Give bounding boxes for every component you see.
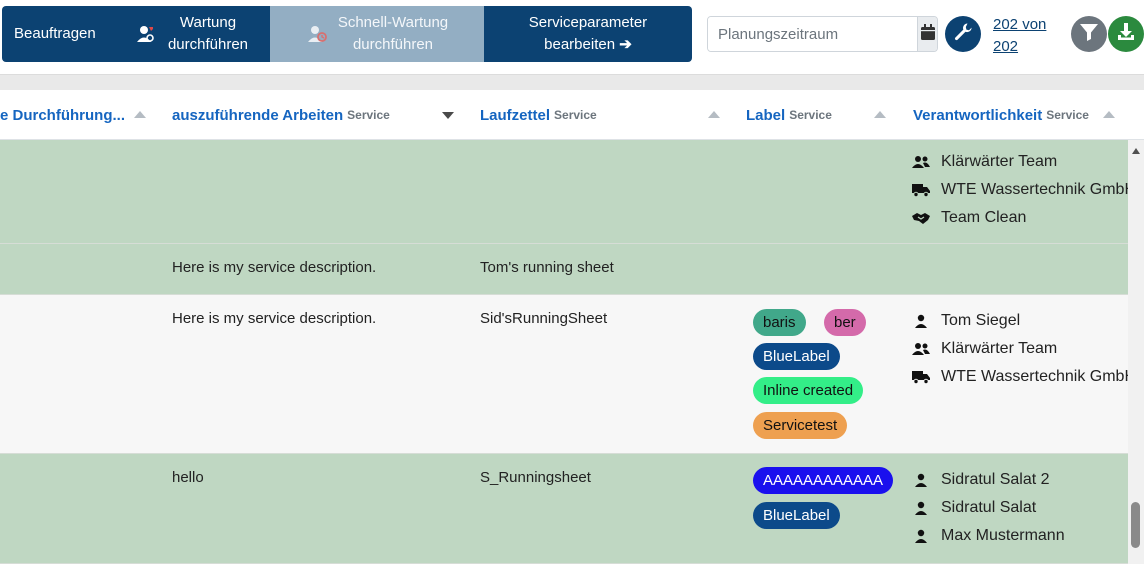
scrollbar-thumb[interactable]	[1131, 502, 1140, 548]
table-row[interactable]: Here is my service description. Tom's ru…	[0, 244, 1128, 295]
serviceparameter-bearbeiten-button[interactable]: Serviceparameter bearbeiten ➔	[484, 6, 692, 62]
user-icon	[912, 499, 930, 517]
column-header-sub: Service	[347, 108, 390, 122]
column-header-label: Label	[746, 106, 786, 124]
label-chip[interactable]: Inline created	[753, 377, 864, 404]
column-header-verantwortlichkeit[interactable]: Verantwortlichkeit Service	[913, 90, 1123, 140]
result-count-line2: 202	[993, 38, 1019, 55]
users-icon	[912, 340, 930, 358]
calendar-button[interactable]	[917, 17, 937, 51]
table-row[interactable]: Klärwärter Team WTE Wassertechnik GmbH T…	[0, 140, 1128, 244]
calendar-icon	[920, 23, 935, 45]
sort-desc-icon[interactable]	[442, 112, 454, 119]
arrow-right-icon: ➔	[619, 36, 632, 53]
toolbar: Beauftragen Wartung durchführen Schnell-…	[0, 0, 1144, 74]
label-chip[interactable]: AAAAAAAAAAAA	[753, 467, 894, 494]
users-icon	[912, 153, 930, 171]
responsible-name: Tom Siegel	[941, 312, 1021, 329]
column-header-durchfuehrung[interactable]: e Durchführung...	[0, 90, 150, 140]
truck-icon	[912, 368, 930, 386]
label-chip[interactable]: ber	[824, 309, 866, 336]
sort-asc-icon[interactable]	[1103, 111, 1115, 118]
responsible-name: WTE Wassertechnik GmbH	[941, 181, 1128, 198]
app-root: Beauftragen Wartung durchführen Schnell-…	[0, 0, 1144, 564]
wrench-button[interactable]	[945, 16, 981, 52]
schnell-wartung-icon	[306, 23, 328, 45]
responsible-item: WTE Wassertechnik GmbH	[912, 176, 1128, 204]
serviceparameter-label-line1: Serviceparameter	[528, 14, 648, 31]
planungszeitraum-input[interactable]	[708, 17, 917, 51]
column-header-arbeiten[interactable]: auszuführende Arbeiten Service	[172, 90, 457, 140]
sort-asc-icon[interactable]	[134, 111, 146, 118]
wartung-durchfuehren-button[interactable]: Wartung durchführen	[112, 6, 270, 62]
column-header-label: e Durchführung...	[0, 106, 125, 124]
sort-asc-icon[interactable]	[874, 111, 886, 118]
serviceparameter-label-line2: bearbeiten	[544, 36, 616, 53]
label-chip[interactable]: baris	[753, 309, 806, 336]
responsible-item: Max Mustermann	[912, 522, 1065, 550]
result-count-line1: 202 von	[993, 16, 1047, 33]
table-header: e Durchführung... auszuführende Arbeiten…	[0, 90, 1144, 140]
user-icon	[912, 312, 930, 330]
download-button[interactable]	[1108, 16, 1144, 52]
responsible-name: Team Clean	[941, 209, 1027, 226]
handshake-icon	[912, 209, 930, 227]
arbeiten-cell: Here is my service description.	[172, 259, 377, 276]
column-header-label-col[interactable]: Label Service	[746, 90, 891, 140]
wartung-icon	[134, 23, 156, 45]
wartung-label-line2: durchführen	[167, 36, 249, 53]
arbeiten-cell: hello	[172, 469, 204, 486]
filter-button[interactable]	[1071, 16, 1107, 52]
responsible-name: Max Mustermann	[941, 527, 1065, 544]
label-chip[interactable]: Servicetest	[753, 412, 848, 439]
column-header-sub: Service	[1046, 108, 1089, 122]
beauftragen-label: Beauftragen	[14, 25, 96, 42]
responsible-item: WTE Wassertechnik GmbH	[912, 363, 1128, 391]
toolbar-separator	[0, 74, 1144, 90]
schnell-wartung-label-line1: Schnell-Wartung	[337, 14, 449, 31]
label-chip[interactable]: BlueLabel	[753, 502, 840, 529]
column-header-sub: Service	[789, 108, 832, 122]
responsible-item: Tom Siegel	[912, 307, 1020, 335]
responsible-item: Klärwärter Team	[912, 148, 1057, 176]
user-icon	[912, 471, 930, 489]
sort-asc-icon[interactable]	[708, 111, 720, 118]
beauftragen-button[interactable]: Beauftragen	[2, 6, 112, 62]
table-body: Klärwärter Team WTE Wassertechnik GmbH T…	[0, 140, 1128, 564]
laufzettel-cell: Tom's running sheet	[480, 259, 614, 276]
filter-icon	[1079, 22, 1099, 47]
responsible-name: Klärwärter Team	[941, 153, 1058, 170]
vertical-scrollbar[interactable]	[1128, 140, 1144, 564]
user-icon	[912, 527, 930, 545]
laufzettel-cell: Sid'sRunningSheet	[480, 310, 608, 327]
column-header-sub: Service	[554, 108, 597, 122]
responsible-name: Sidratul Salat	[941, 499, 1037, 516]
table-row[interactable]: Here is my service description. Sid'sRun…	[0, 295, 1128, 454]
responsible-name: Klärwärter Team	[941, 340, 1058, 357]
column-header-label: Laufzettel	[480, 106, 551, 124]
planungszeitraum-picker	[707, 16, 938, 52]
responsible-item: Team Clean	[912, 204, 1026, 232]
responsible-item: Klärwärter Team	[912, 335, 1057, 363]
laufzettel-cell: S_Runningsheet	[480, 469, 591, 486]
truck-icon	[912, 181, 930, 199]
label-chip[interactable]: BlueLabel	[753, 343, 840, 370]
schnell-wartung-label-line2: durchführen	[352, 36, 434, 53]
wrench-icon	[953, 22, 973, 47]
column-header-label: Verantwortlichkeit	[913, 106, 1043, 124]
column-header-laufzettel[interactable]: Laufzettel Service	[480, 90, 725, 140]
responsible-name: WTE Wassertechnik GmbH	[941, 368, 1128, 385]
responsible-item: Sidratul Salat	[912, 494, 1036, 522]
download-icon	[1116, 22, 1136, 47]
arbeiten-cell: Here is my service description.	[172, 310, 377, 327]
column-header-label: auszuführende Arbeiten	[172, 106, 344, 124]
result-count-link[interactable]: 202 von 202	[993, 14, 1049, 58]
table-row[interactable]: hello S_Runningsheet AAAAAAAAAAAA BlueLa…	[0, 454, 1128, 564]
action-button-group: Beauftragen Wartung durchführen Schnell-…	[2, 6, 692, 62]
scroll-up-icon[interactable]	[1132, 148, 1140, 154]
wartung-label-line1: Wartung	[179, 14, 237, 31]
responsible-name: Sidratul Salat 2	[941, 471, 1050, 488]
responsible-item: Sidratul Salat 2	[912, 466, 1050, 494]
schnell-wartung-button[interactable]: Schnell-Wartung durchführen	[270, 6, 484, 62]
